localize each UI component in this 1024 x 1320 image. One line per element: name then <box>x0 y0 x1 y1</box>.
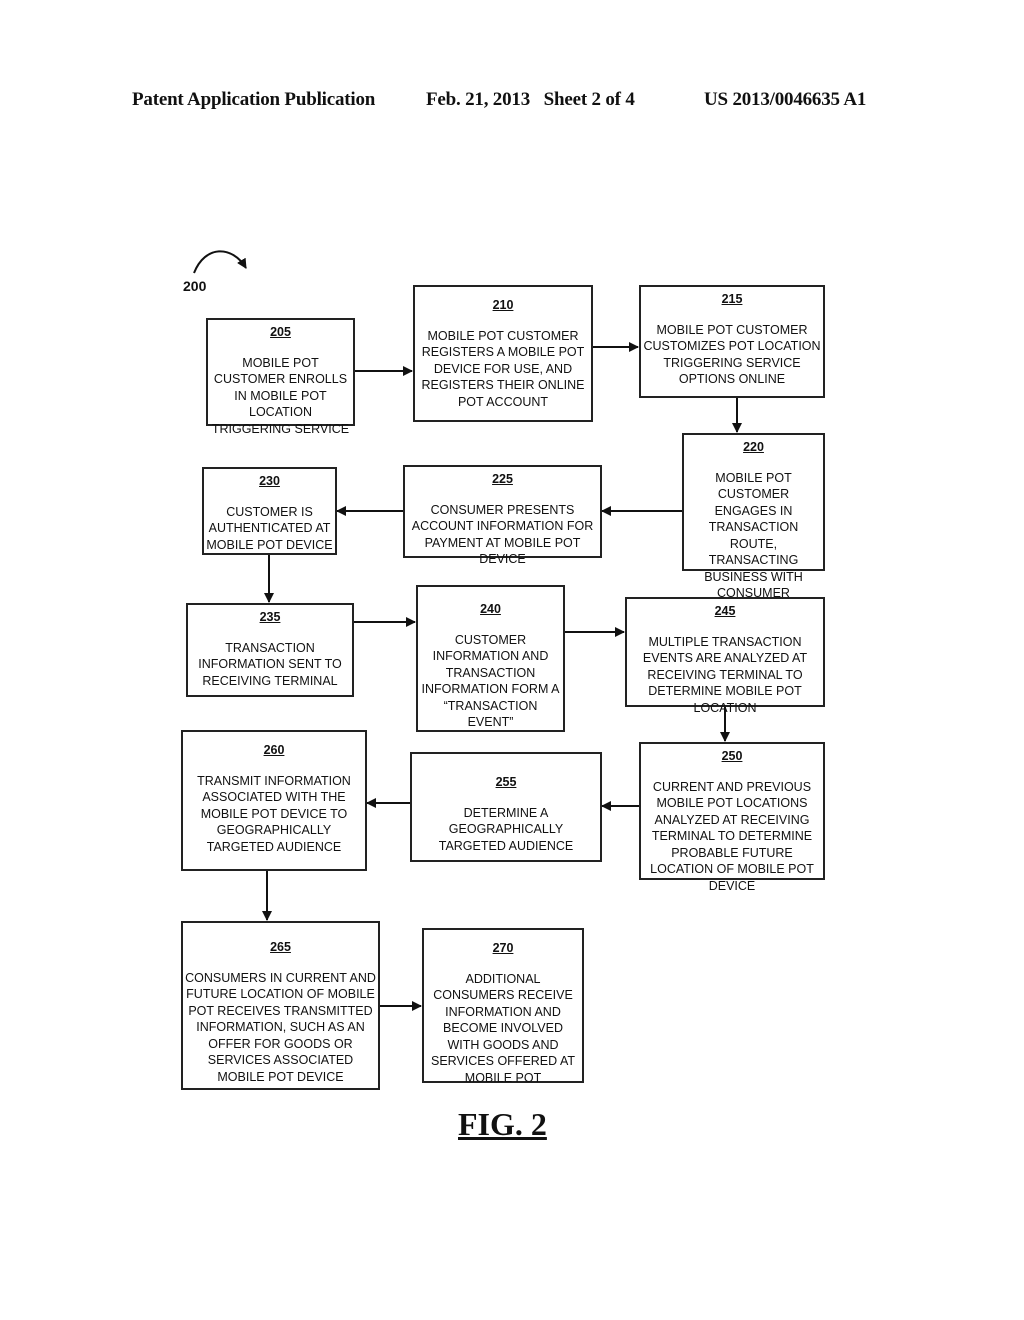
step-number: 240 <box>480 602 501 616</box>
step-text: MOBILE POT CUSTOMER REGISTERS A MOBILE P… <box>421 328 585 409</box>
step-text: ADDITIONAL CONSUMERS RECEIVE INFORMATION… <box>430 971 575 1085</box>
step-text: TRANSMIT INFORMATION ASSOCIATED WITH THE… <box>197 773 351 854</box>
figure-ref-curved-arrow <box>193 250 247 274</box>
step-text: CUSTOMER INFORMATION AND TRANSACTION INF… <box>421 632 560 730</box>
step-225: 225 CONSUMER PRESENTS ACCOUNT INFORMATIO… <box>403 465 602 566</box>
step-245: 245 MULTIPLE TRANSACTION EVENTS ARE ANAL… <box>625 597 825 715</box>
step-210: 210 MOBILE POT CUSTOMER REGISTERS A MOBI… <box>413 285 593 422</box>
step-text: CURRENT AND PREVIOUS MOBILE POT LOCATION… <box>650 779 814 893</box>
step-235: 235 TRANSACTION INFORMATION SENT TO RECE… <box>186 603 354 697</box>
step-220: 220 MOBILE POT CUSTOMER ENGAGES IN TRANS… <box>682 433 825 600</box>
step-text: MOBILE POT CUSTOMER CUSTOMIZES POT LOCAT… <box>643 322 821 387</box>
step-number: 265 <box>270 940 291 954</box>
step-number: 245 <box>714 604 736 618</box>
step-number: 250 <box>721 749 743 763</box>
step-250: 250 CURRENT AND PREVIOUS MOBILE POT LOCA… <box>639 742 825 893</box>
step-255: 255 DETERMINE A GEOGRAPHICALLY TARGETED … <box>410 752 602 862</box>
step-number: 230 <box>259 474 280 488</box>
step-text: CUSTOMER IS AUTHENTICATED AT MOBILE POT … <box>206 504 333 552</box>
step-number: 225 <box>492 472 513 486</box>
step-number: 260 <box>263 743 285 757</box>
step-text: MOBILE POT CUSTOMER ENROLLS IN MOBILE PO… <box>211 355 350 436</box>
step-240: 240 CUSTOMER INFORMATION AND TRANSACTION… <box>416 585 565 732</box>
step-number: 270 <box>492 941 514 955</box>
step-number: 255 <box>495 775 517 789</box>
step-number: 210 <box>492 298 514 312</box>
step-text: TRANSACTION INFORMATION SENT TO RECEIVIN… <box>198 640 342 688</box>
step-265: 265 CONSUMERS IN CURRENT AND FUTURE LOCA… <box>181 921 380 1090</box>
step-230: 230 CUSTOMER IS AUTHENTICATED AT MOBILE … <box>202 467 337 555</box>
step-text: CONSUMER PRESENTS ACCOUNT INFORMATION FO… <box>411 502 594 567</box>
step-text: DETERMINE A GEOGRAPHICALLY TARGETED AUDI… <box>438 805 574 853</box>
step-number: 220 <box>743 440 764 454</box>
figure-label: FIG. 2 <box>458 1106 547 1142</box>
step-215: 215 MOBILE POT CUSTOMER CUSTOMIZES POT L… <box>639 285 825 398</box>
step-number: 215 <box>721 292 743 306</box>
step-205: 205 MOBILE POT CUSTOMER ENROLLS IN MOBIL… <box>206 318 355 436</box>
step-text: CONSUMERS IN CURRENT AND FUTURE LOCATION… <box>185 970 376 1084</box>
step-270: 270 ADDITIONAL CONSUMERS RECEIVE INFORMA… <box>422 928 584 1085</box>
step-text: MOBILE POT CUSTOMER ENGAGES IN TRANSACTI… <box>704 470 803 601</box>
step-number: 205 <box>270 325 291 339</box>
step-number: 235 <box>259 610 281 624</box>
step-260: 260 TRANSMIT INFORMATION ASSOCIATED WITH… <box>181 730 367 871</box>
step-text: MULTIPLE TRANSACTION EVENTS ARE ANALYZED… <box>642 634 808 715</box>
